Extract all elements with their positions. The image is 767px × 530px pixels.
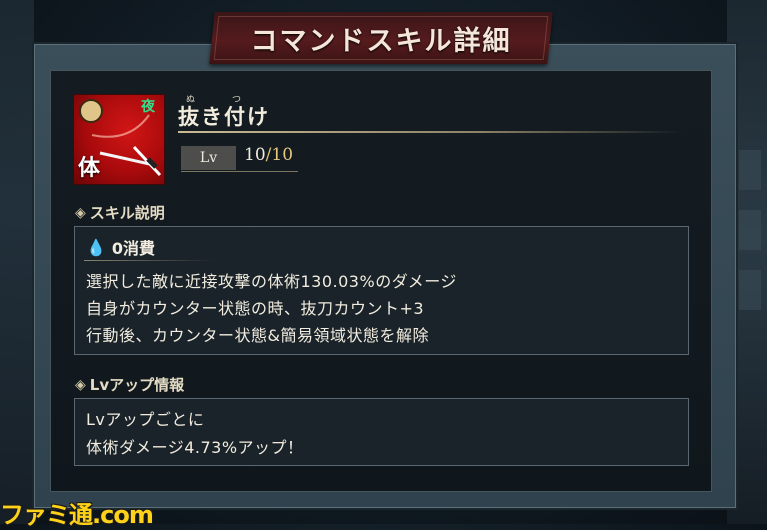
skill-name-divider <box>178 131 682 133</box>
description-line: 選択した敵に近接攻撃の体術130.03%のダメージ <box>86 272 457 291</box>
katana-slash-icon: 夜 体 <box>73 94 165 185</box>
lv-up-info-heading-label: Lvアップ情報 <box>89 376 185 394</box>
background-left-blur <box>0 0 34 524</box>
lv-up-line: Lvアップごとに <box>86 410 205 429</box>
cost-row: 💧 0消費 <box>86 235 155 259</box>
skill-name: 抜き付け <box>178 105 270 129</box>
drop-icon: 💧 <box>86 237 106 257</box>
level-max: 10 <box>271 145 294 165</box>
dialog-title: コマンドスキル詳細 <box>250 25 512 57</box>
level-value: 10/10 <box>244 145 293 165</box>
famitsu-watermark: ファミ通.com <box>0 501 154 529</box>
cost-value: 0消費 <box>111 239 156 258</box>
level-current: 10 <box>244 145 266 165</box>
lv-up-info-heading: ◈ Lvアップ情報 <box>75 374 184 395</box>
skill-description-heading: ◈ スキル説明 <box>75 202 165 223</box>
level-label: Lv <box>181 146 236 170</box>
lv-up-line: 体術ダメージ4.73%アップ！ <box>86 438 304 457</box>
night-badge: 夜 <box>141 99 155 115</box>
description-line: 行動後、カウンター状態&簡易領域状態を解除 <box>86 326 429 345</box>
description-line: 自身がカウンター状態の時、抜刀カウント+3 <box>86 299 425 318</box>
diamond-icon: ◈ <box>75 204 86 221</box>
cost-divider <box>84 260 216 261</box>
skill-description-heading-label: スキル説明 <box>89 204 165 222</box>
diamond-icon: ◈ <box>75 376 86 393</box>
level-underline <box>181 171 298 172</box>
skill-type-glyph: 体 <box>78 156 101 181</box>
